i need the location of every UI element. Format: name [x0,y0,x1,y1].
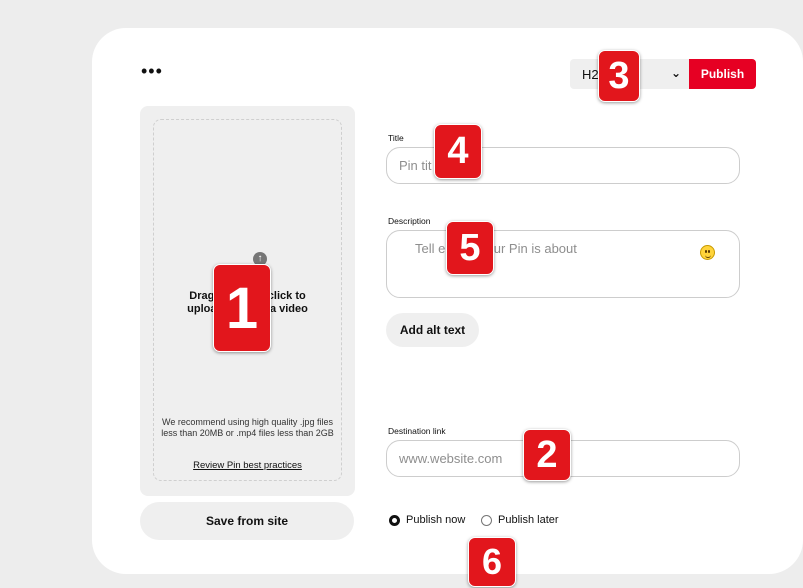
destination-link-label: Destination link [388,426,446,436]
add-alt-text-button[interactable]: Add alt text [386,313,479,347]
publish-later-radio[interactable] [481,514,492,526]
callout-badge-3: 3 [598,50,640,102]
description-placeholder: Tell e what your Pin is about [415,241,577,256]
publish-later-label: Publish later [498,514,559,526]
publish-button[interactable]: Publish [689,59,756,89]
callout-badge-5: 5 [446,221,494,275]
publish-now-option[interactable]: Publish now [389,514,465,526]
publish-now-label: Publish now [406,514,466,526]
publish-later-option[interactable]: Publish later [481,514,559,526]
more-options-icon[interactable]: ••• [141,62,163,80]
title-placeholder: Pin tit [399,158,432,173]
description-input[interactable]: Tell e what your Pin is about [386,230,740,298]
title-label: Title [388,133,404,143]
emoji-icon[interactable] [700,245,715,260]
save-from-site-button[interactable]: Save from site [140,502,354,540]
callout-badge-1: 1 [213,264,271,352]
review-best-practices-link[interactable]: Review Pin best practices [160,460,335,471]
chevron-down-icon: ⌄ [670,66,681,80]
callout-badge-6: 6 [468,537,516,587]
upload-recommendation-text: We recommend using high quality .jpg fil… [161,417,334,438]
description-label: Description [388,216,431,226]
callout-badge-2: 2 [523,429,571,481]
callout-badge-4: 4 [434,124,482,179]
destination-link-placeholder: www.website.com [399,451,503,466]
publish-now-radio[interactable] [389,514,400,526]
